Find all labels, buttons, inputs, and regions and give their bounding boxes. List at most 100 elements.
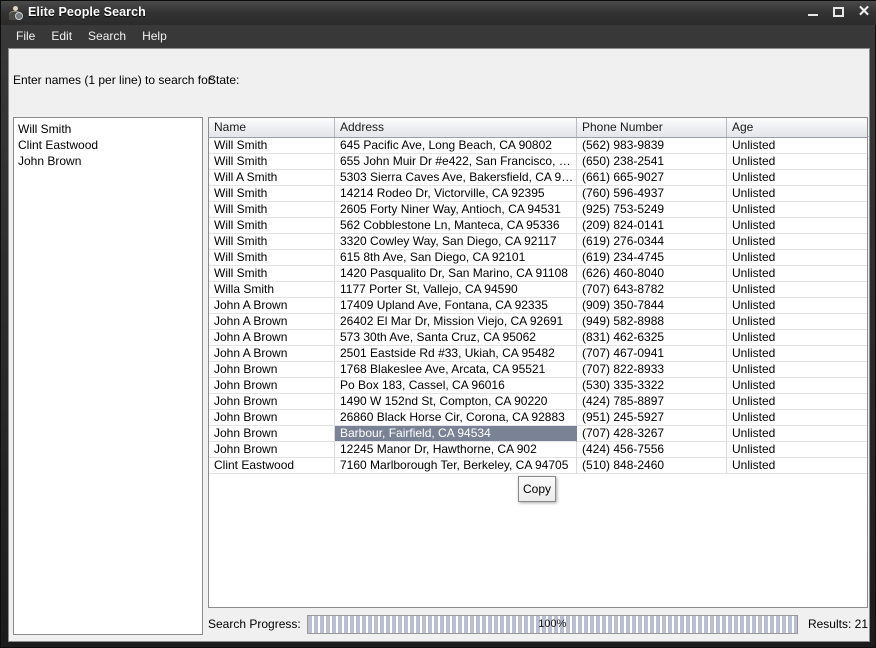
table-cell-address[interactable]: 14214 Rodeo Dr, Victorville, CA 92395	[335, 186, 577, 202]
maximize-icon[interactable]	[832, 5, 846, 19]
table-cell-name[interactable]: John A Brown	[209, 314, 335, 330]
table-row[interactable]: John A Brown 26402 El Mar Dr, Mission Vie…	[209, 314, 867, 330]
table-cell-age[interactable]: Unlisted	[727, 202, 867, 218]
table-cell-phone[interactable]: (909) 350-7844	[577, 298, 727, 314]
table-cell-age[interactable]: Unlisted	[727, 346, 867, 362]
table-row[interactable]: John Brown Po Box 183, Cassel, CA 96016 (5…	[209, 378, 867, 394]
table-row[interactable]: John Brown 12245 Manor Dr, Hawthorne, CA …	[209, 442, 867, 458]
menu-item-help[interactable]: Help	[135, 27, 174, 45]
table-cell-age[interactable]: Unlisted	[727, 330, 867, 346]
table-cell-age[interactable]: Unlisted	[727, 218, 867, 234]
table-cell-age[interactable]: Unlisted	[727, 458, 867, 474]
menu-item-search[interactable]: Search	[81, 27, 133, 45]
table-cell-address[interactable]: 2605 Forty Niner Way, Antioch, CA 94531	[335, 202, 577, 218]
table-cell-name[interactable]: John A Brown	[209, 298, 335, 314]
table-cell-phone[interactable]: (925) 753-5249	[577, 202, 727, 218]
table-cell-name[interactable]: Will Smith	[209, 234, 335, 250]
table-cell-phone[interactable]: (209) 824-0141	[577, 218, 727, 234]
table-cell-address[interactable]: 26402 El Mar Dr, Mission Viejo, CA 92691	[335, 314, 577, 330]
names-input[interactable]: Will Smith Clint Eastwood John Brown	[13, 117, 203, 635]
table-cell-address[interactable]: Barbour, Fairfield, CA 94534	[335, 426, 577, 442]
table-cell-address[interactable]: 17409 Upland Ave, Fontana, CA 92335	[335, 298, 577, 314]
table-row[interactable]: Will Smith 3320 Cowley Way, San Diego, CA…	[209, 234, 867, 250]
table-cell-age[interactable]: Unlisted	[727, 170, 867, 186]
table-cell-name[interactable]: John Brown	[209, 442, 335, 458]
table-cell-name[interactable]: John A Brown	[209, 346, 335, 362]
table-cell-age[interactable]: Unlisted	[727, 442, 867, 458]
table-cell-phone[interactable]: (661) 665-9027	[577, 170, 727, 186]
table-cell-phone[interactable]: (707) 822-8933	[577, 362, 727, 378]
table-row[interactable]: Will Smith 14214 Rodeo Dr, Victorville, C…	[209, 186, 867, 202]
table-cell-name[interactable]: Clint Eastwood	[209, 458, 335, 474]
table-cell-phone[interactable]: (424) 785-8897	[577, 394, 727, 410]
table-cell-name[interactable]: John Brown	[209, 378, 335, 394]
table-cell-address[interactable]: 12245 Manor Dr, Hawthorne, CA 902	[335, 442, 577, 458]
table-cell-address[interactable]: 573 30th Ave, Santa Cruz, CA 95062	[335, 330, 577, 346]
table-cell-age[interactable]: Unlisted	[727, 234, 867, 250]
table-cell-name[interactable]: John Brown	[209, 410, 335, 426]
table-cell-name[interactable]: Will Smith	[209, 186, 335, 202]
table-cell-age[interactable]: Unlisted	[727, 250, 867, 266]
table-cell-phone[interactable]: (707) 467-0941	[577, 346, 727, 362]
table-cell-phone[interactable]: (707) 428-3267	[577, 426, 727, 442]
minimize-icon[interactable]	[807, 5, 821, 19]
table-row[interactable]: Will Smith 655 John Muir Dr #e422, San Fr…	[209, 154, 867, 170]
table-row[interactable]: Will A Smith 5303 Sierra Caves Ave, Baker…	[209, 170, 867, 186]
table-cell-phone[interactable]: (949) 582-8988	[577, 314, 727, 330]
table-cell-age[interactable]: Unlisted	[727, 138, 867, 154]
column-header-name[interactable]: Name	[209, 118, 335, 137]
table-row[interactable]: Will Smith 645 Pacific Ave, Long Beach, C…	[209, 138, 867, 154]
table-row[interactable]: John A Brown 2501 Eastside Rd #33, Ukiah,…	[209, 346, 867, 362]
table-row[interactable]: Will Smith 1420 Pasqualito Dr, San Marino…	[209, 266, 867, 282]
table-row[interactable]: John Brown 26860 Black Horse Cir, Corona,…	[209, 410, 867, 426]
table-cell-address[interactable]: 3320 Cowley Way, San Diego, CA 92117	[335, 234, 577, 250]
table-cell-phone[interactable]: (831) 462-6325	[577, 330, 727, 346]
table-cell-age[interactable]: Unlisted	[727, 154, 867, 170]
table-row[interactable]: John Brown Barbour, Fairfield, CA 94534 (7…	[209, 426, 867, 442]
table-cell-name[interactable]: Will Smith	[209, 218, 335, 234]
table-cell-phone[interactable]: (650) 238-2541	[577, 154, 727, 170]
table-cell-name[interactable]: Will Smith	[209, 154, 335, 170]
table-cell-age[interactable]: Unlisted	[727, 426, 867, 442]
table-cell-phone[interactable]: (619) 234-4745	[577, 250, 727, 266]
table-cell-phone[interactable]: (626) 460-8040	[577, 266, 727, 282]
table-cell-age[interactable]: Unlisted	[727, 410, 867, 426]
table-row[interactable]: Will Smith 562 Cobblestone Ln, Manteca, C…	[209, 218, 867, 234]
table-cell-name[interactable]: John Brown	[209, 426, 335, 442]
table-cell-phone[interactable]: (951) 245-5927	[577, 410, 727, 426]
table-cell-name[interactable]: Will Smith	[209, 202, 335, 218]
table-row[interactable]: John A Brown 573 30th Ave, Santa Cruz, CA…	[209, 330, 867, 346]
menu-item-file[interactable]: File	[9, 27, 42, 45]
table-row[interactable]: Willa Smith 1177 Porter St, Vallejo, CA 9…	[209, 282, 867, 298]
table-cell-address[interactable]: 645 Pacific Ave, Long Beach, CA 90802	[335, 138, 577, 154]
table-cell-name[interactable]: Will Smith	[209, 250, 335, 266]
table-cell-name[interactable]: John Brown	[209, 394, 335, 410]
table-cell-address[interactable]: 26860 Black Horse Cir, Corona, CA 92883	[335, 410, 577, 426]
column-header-phone[interactable]: Phone Number	[577, 118, 727, 137]
table-cell-age[interactable]: Unlisted	[727, 394, 867, 410]
table-cell-age[interactable]: Unlisted	[727, 298, 867, 314]
table-cell-age[interactable]: Unlisted	[727, 282, 867, 298]
table-cell-name[interactable]: Will A Smith	[209, 170, 335, 186]
context-menu-copy[interactable]: Copy	[518, 476, 556, 502]
menu-item-edit[interactable]: Edit	[44, 27, 79, 45]
table-cell-name[interactable]: John Brown	[209, 362, 335, 378]
table-cell-name[interactable]: Will Smith	[209, 138, 335, 154]
table-cell-address[interactable]: 1490 W 152nd St, Compton, CA 90220	[335, 394, 577, 410]
table-row[interactable]: Will Smith 2605 Forty Niner Way, Antioch,…	[209, 202, 867, 218]
table-cell-phone[interactable]: (760) 596-4937	[577, 186, 727, 202]
table-cell-phone[interactable]: (619) 276-0344	[577, 234, 727, 250]
table-cell-address[interactable]: 1177 Porter St, Vallejo, CA 94590	[335, 282, 577, 298]
table-row[interactable]: John A Brown 17409 Upland Ave, Fontana, C…	[209, 298, 867, 314]
table-row[interactable]: Clint Eastwood 7160 Marlborough Ter, Berk…	[209, 458, 867, 474]
table-cell-phone[interactable]: (562) 983-9839	[577, 138, 727, 154]
table-cell-address[interactable]: 615 8th Ave, San Diego, CA 92101	[335, 250, 577, 266]
table-cell-age[interactable]: Unlisted	[727, 378, 867, 394]
table-row[interactable]: John Brown 1490 W 152nd St, Compton, CA 9…	[209, 394, 867, 410]
table-cell-name[interactable]: John A Brown	[209, 330, 335, 346]
table-row[interactable]: John Brown 1768 Blakeslee Ave, Arcata, CA…	[209, 362, 867, 378]
table-cell-name[interactable]: Willa Smith	[209, 282, 335, 298]
column-header-address[interactable]: Address	[335, 118, 577, 137]
table-cell-address[interactable]: 655 John Muir Dr #e422, San Francisco, C…	[335, 154, 577, 170]
table-cell-phone[interactable]: (424) 456-7556	[577, 442, 727, 458]
